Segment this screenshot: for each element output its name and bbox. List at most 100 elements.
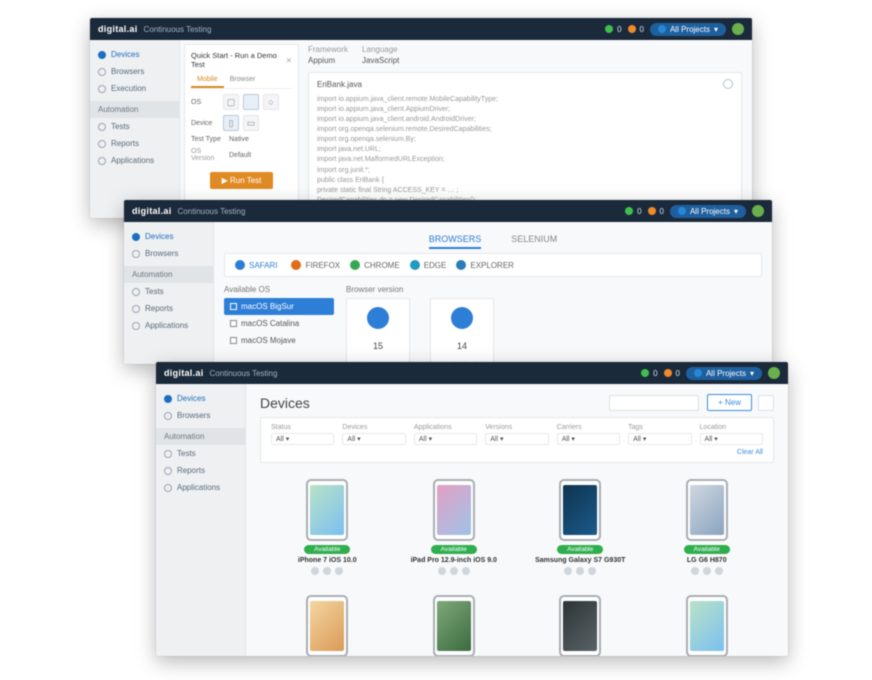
user-avatar[interactable] [732,23,744,35]
device-card[interactable]: AvailableiPhone 8 Plus iOS 11.0 [274,595,381,656]
sidebar-item-browsers[interactable]: Browsers [124,245,213,262]
device-card[interactable]: AvailableiPhone 7 (Silver) iOS 10.2 [654,595,761,656]
os-other-icon[interactable]: ○ [263,94,279,110]
close-icon[interactable]: ✕ [286,56,292,65]
filter-location[interactable]: LocationAll ▾ [696,422,767,447]
browser-icon [410,260,420,270]
user-avatar[interactable] [768,367,780,379]
filter-tags[interactable]: TagsAll ▾ [624,422,695,447]
sidebar-item-browsers[interactable]: Browsers [156,407,245,424]
test-type-label: Test Type [191,136,225,143]
results-header: FrameworkAppium LanguageJavaScript [308,44,742,66]
version-card[interactable]: 14macOS Big Sur [430,298,494,364]
sidebar-item-applications[interactable]: Applications [90,152,179,169]
device-card[interactable]: AvailableMotorola Moto X Play XT1562 [527,595,634,656]
user-avatar[interactable] [752,205,764,217]
sidebar: Devices Browsers Automation Tests Report… [124,222,214,364]
available-os-label: Available OS [224,285,334,294]
sidebar-item-devices[interactable]: Devices [156,390,245,407]
status-indicator-1[interactable]: 0 [605,25,621,34]
tab-browsers[interactable]: BROWSERS [429,234,482,249]
os-label: OS [191,99,219,106]
product-name: Continuous Testing [178,207,246,216]
sidebar-item-devices[interactable]: Devices [90,46,179,63]
sidebar-item-tests[interactable]: Tests [124,283,213,300]
device-action-icons [438,567,470,575]
browser-tab-firefox[interactable]: FIREFOX [291,260,340,270]
card-title: Quick Start - Run a Demo Test [191,51,286,69]
device-card[interactable]: AvailableLG G6 H870 [654,479,761,575]
sidebar-item-reports[interactable]: Reports [90,135,179,152]
device-value[interactable]: Default [229,152,251,159]
window-test-runner: digital.ai Continuous Testing 0 0 All Pr… [90,18,752,218]
device-action-icons [691,567,723,575]
os-android-icon[interactable]: ▢ [223,94,239,110]
projects-dropdown[interactable]: All Projects ▾ [650,23,726,36]
os-apple-icon[interactable] [243,94,259,110]
sidebar: Devices Browsers Automation Tests Report… [156,384,246,656]
status-indicator-2[interactable]: 0 [648,207,664,216]
log-title: EriBank.java [317,79,362,91]
sidebar-item-applications[interactable]: Applications [124,317,213,334]
os-item[interactable]: macOS Mojave [224,332,334,349]
sidebar-item-reports[interactable]: Reports [156,462,245,479]
new-button[interactable]: + New [707,394,752,411]
page-title: Devices [260,395,310,411]
browser-tab-chrome[interactable]: CHROME [350,260,400,270]
device-action-icons [564,567,596,575]
device-thumbnail [559,595,601,656]
main-area: Quick Start - Run a Demo Test ✕ Mobile B… [180,40,752,218]
status-indicator-1[interactable]: 0 [641,369,657,378]
sidebar-item-devices[interactable]: Devices [124,228,213,245]
browser-icon [456,260,466,270]
filter-carriers[interactable]: CarriersAll ▾ [553,422,624,447]
test-type-value[interactable]: Native [229,136,249,143]
sidebar-item-execution[interactable]: Execution [90,80,179,97]
sidebar-item-tests[interactable]: Tests [90,118,179,135]
status-indicator-2[interactable]: 0 [628,25,644,34]
device-card[interactable]: AvailableiPhone 7 iOS 10.0 [274,479,381,575]
projects-dropdown[interactable]: All Projects ▾ [670,205,746,218]
sidebar-section: Automation [124,266,213,283]
status-indicator-1[interactable]: 0 [625,207,641,216]
browser-tab-explorer[interactable]: EXPLORER [456,260,514,270]
status-indicator-2[interactable]: 0 [664,369,680,378]
search-input[interactable] [609,395,699,411]
sidebar-item-reports[interactable]: Reports [124,300,213,317]
sidebar-section: Automation [156,428,245,445]
log-line: import org.junit.*; [317,166,733,176]
filter-devices[interactable]: DevicesAll ▾ [338,422,409,447]
os-item[interactable]: macOS BigSur [224,298,334,315]
titlebar: digital.ai Continuous Testing 0 0 All Pr… [124,200,772,222]
filter-status[interactable]: StatusAll ▾ [267,422,338,447]
tab-mobile[interactable]: Mobile [191,73,224,88]
view-toggle[interactable] [758,395,774,411]
filter-applications[interactable]: ApplicationsAll ▾ [410,422,481,447]
device-card[interactable]: AvailableiPad Pro 12.9-inch iOS 9.0 [401,479,508,575]
titlebar: digital.ai Continuous Testing 0 0 All Pr… [90,18,752,40]
projects-dropdown[interactable]: All Projects ▾ [686,367,762,380]
device-card[interactable]: AvailableSamsung Galaxy Tab S2 T817 [401,595,508,656]
version-card[interactable]: 15macOS Big Sur [346,298,410,364]
os-item[interactable]: macOS Catalina [224,315,334,332]
browser-tab-edge[interactable]: EDGE [410,260,447,270]
refresh-icon[interactable] [723,79,733,89]
browser-tab-safari[interactable]: SAFARI [235,260,281,270]
filter-versions[interactable]: VersionsAll ▾ [481,422,552,447]
device-name: iPhone 7 iOS 10.0 [298,557,357,564]
device-tablet-icon[interactable]: ▭ [243,115,259,131]
browser-icon [350,260,360,270]
tab-selenium[interactable]: SELENIUM [511,234,557,249]
sidebar-item-applications[interactable]: Applications [156,479,245,496]
device-grid: AvailableiPhone 7 iOS 10.0AvailableiPad … [260,479,774,656]
tab-browser[interactable]: Browser [224,73,262,88]
run-test-button[interactable]: ▶ Run Test [210,172,274,189]
checkbox-icon [230,337,237,344]
device-card[interactable]: AvailableSamsung Galaxy S7 G930T [527,479,634,575]
device-thumbnail [433,595,475,656]
device-phone-icon[interactable]: ▯ [223,115,239,131]
sidebar-item-browsers[interactable]: Browsers [90,63,179,80]
clear-all-link[interactable]: Clear All [267,447,767,458]
sidebar-item-tests[interactable]: Tests [156,445,245,462]
product-name: Continuous Testing [210,369,278,378]
